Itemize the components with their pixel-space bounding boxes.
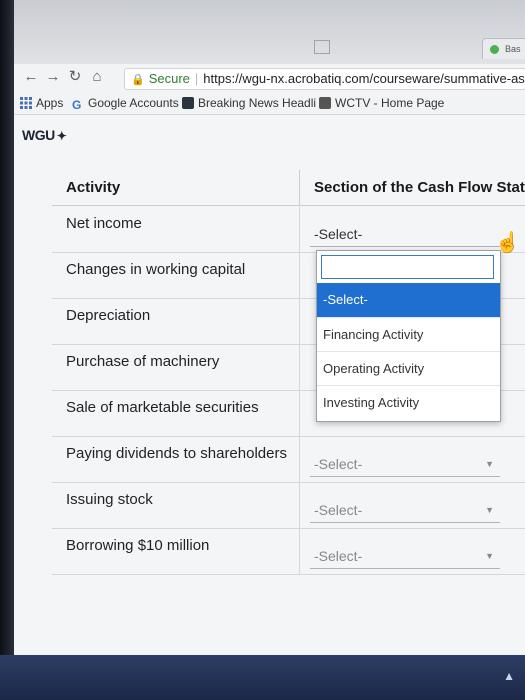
activity-label: Net income xyxy=(66,215,142,232)
header-section: Section of the Cash Flow Stat xyxy=(300,170,525,206)
dropdown-option-investing[interactable]: Investing Activity xyxy=(317,385,500,419)
photo-surround xyxy=(0,0,14,700)
tab-favicon-icon xyxy=(490,45,499,54)
back-icon[interactable]: ← xyxy=(22,68,40,86)
dropdown-option-financing[interactable]: Financing Activity xyxy=(317,317,500,351)
wgu-logo: WGU ✦ xyxy=(22,127,67,143)
dropdown-option-operating[interactable]: Operating Activity xyxy=(317,351,500,385)
wctv-icon xyxy=(319,97,331,109)
activity-cell: Issuing stock xyxy=(52,483,300,529)
title-bar: Bas × xyxy=(14,0,525,74)
select-value: -Select- xyxy=(314,226,363,242)
activity-label: Borrowing $10 million xyxy=(66,537,210,554)
reload-icon[interactable]: ↻ xyxy=(66,68,84,86)
bookmark-google-accounts[interactable]: G Google Accounts xyxy=(72,95,179,111)
section-select[interactable]: -Select- xyxy=(310,221,500,247)
activity-label: Sale of marketable securities xyxy=(66,399,259,416)
section-select[interactable]: -Select- ▼ xyxy=(310,451,500,477)
table-row: Paying dividends to shareholders -Select… xyxy=(52,437,525,483)
apps-grid-icon xyxy=(20,97,32,109)
bookmark-label: WCTV - Home Page xyxy=(335,96,445,110)
chevron-down-icon: ▼ xyxy=(485,551,494,561)
browser-window: Bas × ← → ↻ ⌂ 🔒Secure | https://wgu-nx.acr… xyxy=(14,0,525,655)
bookmark-label: Apps xyxy=(36,96,64,110)
table-row: Borrowing $10 million -Select- ▼ xyxy=(52,529,525,575)
tab-active[interactable]: Bas × xyxy=(482,38,525,74)
lock-icon: 🔒 xyxy=(131,74,145,86)
activity-cell: Sale of marketable securities xyxy=(52,391,300,437)
section-cell: -Select- ▼ xyxy=(300,437,525,483)
taskbar-arrow-icon[interactable]: ▲ xyxy=(503,669,515,683)
activity-label: Depreciation xyxy=(66,307,151,324)
address-bar[interactable]: 🔒 Secure | https://wgu-nx.acrobatiq.com/cou… xyxy=(124,68,525,90)
dropdown-search-input[interactable] xyxy=(321,255,494,279)
activity-label: Purchase of machinery xyxy=(66,353,220,370)
activity-cell: Depreciation xyxy=(52,299,300,345)
section-select[interactable]: -Select- ▼ xyxy=(310,543,500,569)
select-value: -Select- xyxy=(314,548,363,564)
taskbar: ▲ xyxy=(0,655,525,700)
activity-cell: Net income xyxy=(52,207,300,253)
activity-label: Changes in working capital xyxy=(66,261,246,278)
hand-cursor-icon: ☝ xyxy=(495,232,520,254)
forward-icon[interactable]: → xyxy=(44,68,62,86)
table-row: Issuing stock -Select- ▼ xyxy=(52,483,525,529)
url-text: https://wgu-nx.acrobatiq.com/courseware/… xyxy=(203,71,525,86)
activity-label: Paying dividends to shareholders xyxy=(66,445,287,462)
bookmark-label: Breaking News Headli xyxy=(198,96,317,110)
google-g-icon: G xyxy=(72,98,82,112)
owl-icon: ✦ xyxy=(56,129,67,143)
activity-cell: Purchase of machinery xyxy=(52,345,300,391)
bookmark-apps[interactable]: Apps xyxy=(20,95,63,111)
chevron-down-icon: ▼ xyxy=(485,505,494,515)
address-separator: | xyxy=(194,71,199,86)
section-select[interactable]: -Select- ▼ xyxy=(310,497,500,523)
bookmark-label: Google Accounts xyxy=(88,96,179,110)
section-dropdown-menu: -Select- Financing Activity Operating Ac… xyxy=(316,250,501,422)
activity-cell: Changes in working capital xyxy=(52,253,300,299)
bookmark-breaking-news[interactable]: Breaking News Headli xyxy=(182,95,316,111)
toolbar: ← → ↻ ⌂ 🔒 Secure | https://wgu-nx.acrobatiq… xyxy=(14,64,525,93)
section-cell: -Select- ▼ xyxy=(300,529,525,575)
secure-label: Secure xyxy=(148,71,190,86)
activity-cell: Paying dividends to shareholders xyxy=(52,437,300,483)
header-activity: Activity xyxy=(52,170,300,206)
section-cell: -Select- ▼ xyxy=(300,483,525,529)
select-value: -Select- xyxy=(314,502,363,518)
tab-title: Bas xyxy=(505,44,521,54)
bookmark-wctv[interactable]: WCTV - Home Page xyxy=(319,95,444,111)
chevron-down-icon: ▼ xyxy=(485,459,494,469)
section-cell: -Select- xyxy=(300,207,525,253)
table-row: Net income -Select- xyxy=(52,207,525,253)
dropdown-option-select[interactable]: -Select- xyxy=(317,283,500,317)
activity-label: Issuing stock xyxy=(66,491,153,508)
maximize-icon[interactable] xyxy=(314,40,330,54)
activity-cell: Borrowing $10 million xyxy=(52,529,300,575)
home-icon[interactable]: ⌂ xyxy=(88,68,106,86)
bookmarks-bar: Apps G Google Accounts Breaking News Head… xyxy=(14,92,525,115)
select-value: -Select- xyxy=(314,456,363,472)
brand-text: WGU xyxy=(22,127,55,143)
news-icon xyxy=(182,97,194,109)
